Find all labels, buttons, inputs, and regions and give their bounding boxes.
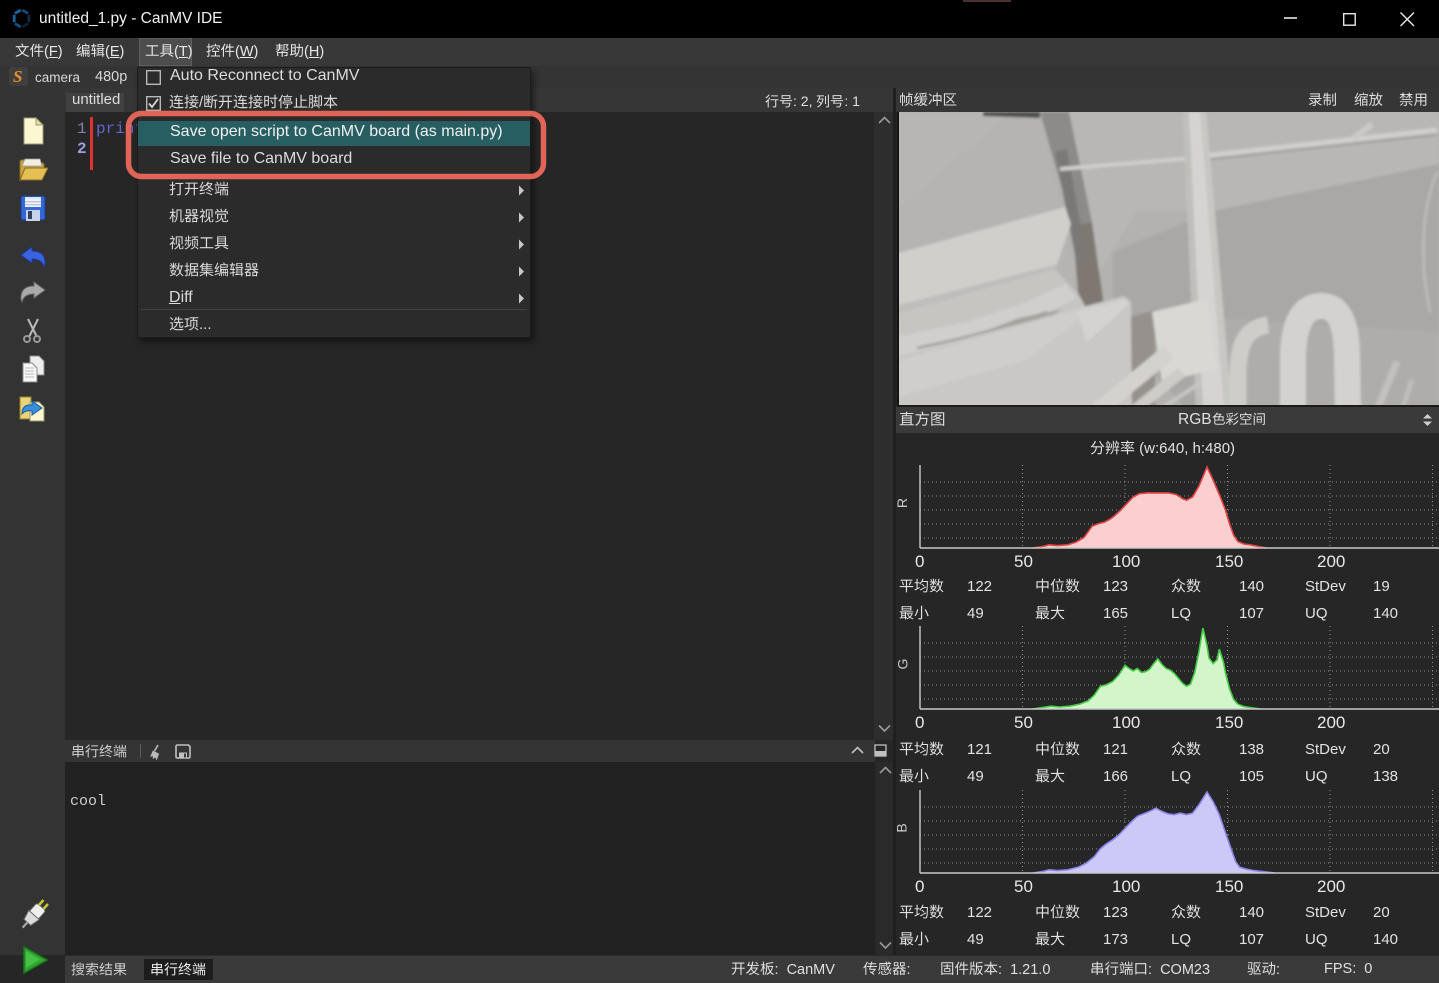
svg-text:S: S	[13, 67, 22, 86]
